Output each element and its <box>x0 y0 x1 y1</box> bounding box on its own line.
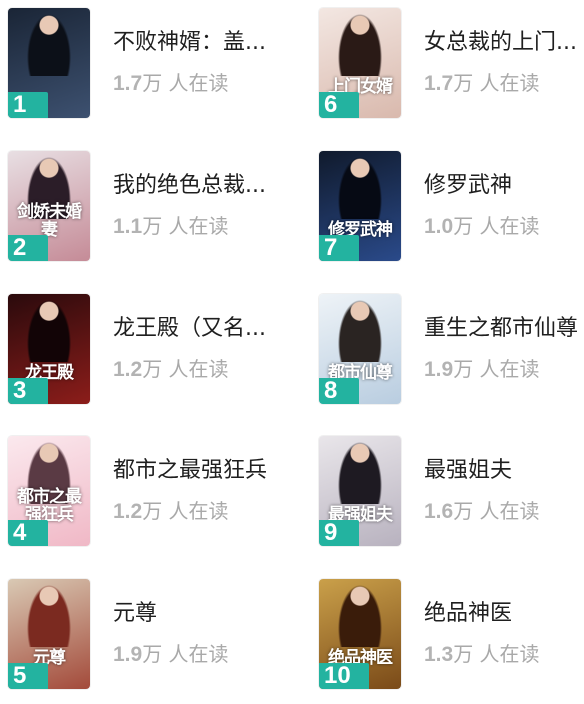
book-item-1[interactable]: 1 不败神婿：盖... 1.7万 人在读 <box>8 8 308 120</box>
book-title: 元尊 <box>113 601 158 626</box>
reader-count-number: 1.3 <box>424 643 454 666</box>
reader-count-unit: 万 人在读 <box>453 642 540 666</box>
reader-count-unit: 万 人在读 <box>142 499 229 523</box>
book-item-7[interactable]: 修罗武神 7 修罗武神 1.0万 人在读 <box>319 151 584 263</box>
rank-badge: 9 <box>319 520 359 546</box>
book-title: 绝品神医 <box>424 601 513 626</box>
book-title: 我的绝色总裁... <box>113 173 266 198</box>
book-item-5[interactable]: 元尊 5 元尊 1.9万 人在读 <box>8 579 308 691</box>
reader-count-unit: 万 人在读 <box>142 642 229 666</box>
book-title: 龙王殿（又名... <box>113 316 266 341</box>
reader-count-unit: 万 人在读 <box>453 499 540 523</box>
book-title: 女总裁的上门... <box>424 30 577 55</box>
reader-count-unit: 万 人在读 <box>453 357 540 381</box>
book-cover: 龙王殿 3 <box>8 294 90 404</box>
cover-figure-image <box>338 300 382 362</box>
rank-badge: 2 <box>8 235 48 261</box>
book-item-2[interactable]: 剑娇未婚妻 2 我的绝色总裁... 1.1万 人在读 <box>8 151 308 263</box>
reader-count-number: 1.7 <box>424 72 454 95</box>
reader-count-number: 1.9 <box>424 358 454 381</box>
book-ranking-grid: 1 不败神婿：盖... 1.7万 人在读 剑娇未婚妻 2 我的绝色总裁... 1… <box>0 0 584 704</box>
rank-badge: 6 <box>319 92 359 118</box>
book-cover: 剑娇未婚妻 2 <box>8 151 90 261</box>
book-title: 最强姐夫 <box>424 458 513 483</box>
reader-count-number: 1.2 <box>113 358 143 381</box>
book-cover: 1 <box>8 8 90 118</box>
reader-count-number: 1.9 <box>113 643 143 666</box>
book-cover: 元尊 5 <box>8 579 90 689</box>
reader-count: 1.2万 人在读 <box>113 355 229 384</box>
cover-figure-image <box>338 157 382 219</box>
cover-figure-image <box>338 442 382 504</box>
reader-count: 1.0万 人在读 <box>424 212 540 241</box>
reader-count-number: 1.6 <box>424 500 454 523</box>
book-item-9[interactable]: 最强姐夫 9 最强姐夫 1.6万 人在读 <box>319 436 584 548</box>
book-title: 不败神婿：盖... <box>113 30 266 55</box>
book-item-6[interactable]: 上门女婿 6 女总裁的上门... 1.7万 人在读 <box>319 8 584 120</box>
book-item-10[interactable]: 绝品神医 10 绝品神医 1.3万 人在读 <box>319 579 584 691</box>
book-cover: 都市之最强狂兵 4 <box>8 436 90 546</box>
cover-figure-image <box>338 585 382 647</box>
rank-badge: 3 <box>8 378 48 404</box>
book-title: 都市之最强狂兵 <box>113 458 268 483</box>
reader-count-number: 1.2 <box>113 500 143 523</box>
book-title: 重生之都市仙尊 <box>424 316 579 341</box>
rank-badge: 5 <box>8 663 48 689</box>
book-cover: 修罗武神 7 <box>319 151 401 261</box>
reader-count-number: 1.1 <box>113 215 143 238</box>
reader-count: 1.9万 人在读 <box>424 355 540 384</box>
reader-count-unit: 万 人在读 <box>142 357 229 381</box>
cover-figure-image <box>27 585 71 647</box>
reader-count: 1.1万 人在读 <box>113 212 229 241</box>
reader-count-unit: 万 人在读 <box>453 71 540 95</box>
reader-count: 1.3万 人在读 <box>424 640 540 669</box>
cover-figure-image <box>338 14 382 76</box>
rank-badge: 7 <box>319 235 359 261</box>
book-item-4[interactable]: 都市之最强狂兵 4 都市之最强狂兵 1.2万 人在读 <box>8 436 308 548</box>
reader-count-number: 1.0 <box>424 215 454 238</box>
book-title: 修罗武神 <box>424 173 513 198</box>
reader-count-unit: 万 人在读 <box>453 214 540 238</box>
rank-badge: 1 <box>8 92 48 118</box>
reader-count: 1.7万 人在读 <box>113 69 229 98</box>
cover-figure-image <box>27 300 71 362</box>
book-item-3[interactable]: 龙王殿 3 龙王殿（又名... 1.2万 人在读 <box>8 294 308 406</box>
reader-count-unit: 万 人在读 <box>142 71 229 95</box>
rank-badge: 10 <box>319 663 369 689</box>
rank-badge: 8 <box>319 378 359 404</box>
reader-count: 1.2万 人在读 <box>113 497 229 526</box>
book-cover: 最强姐夫 9 <box>319 436 401 546</box>
rank-badge: 4 <box>8 520 48 546</box>
reader-count-number: 1.7 <box>113 72 143 95</box>
book-cover: 绝品神医 10 <box>319 579 401 689</box>
reader-count: 1.9万 人在读 <box>113 640 229 669</box>
reader-count: 1.7万 人在读 <box>424 69 540 98</box>
reader-count: 1.6万 人在读 <box>424 497 540 526</box>
book-item-8[interactable]: 都市仙尊 8 重生之都市仙尊 1.9万 人在读 <box>319 294 584 406</box>
reader-count-unit: 万 人在读 <box>142 214 229 238</box>
cover-figure-image <box>27 14 71 76</box>
book-cover: 都市仙尊 8 <box>319 294 401 404</box>
book-cover: 上门女婿 6 <box>319 8 401 118</box>
